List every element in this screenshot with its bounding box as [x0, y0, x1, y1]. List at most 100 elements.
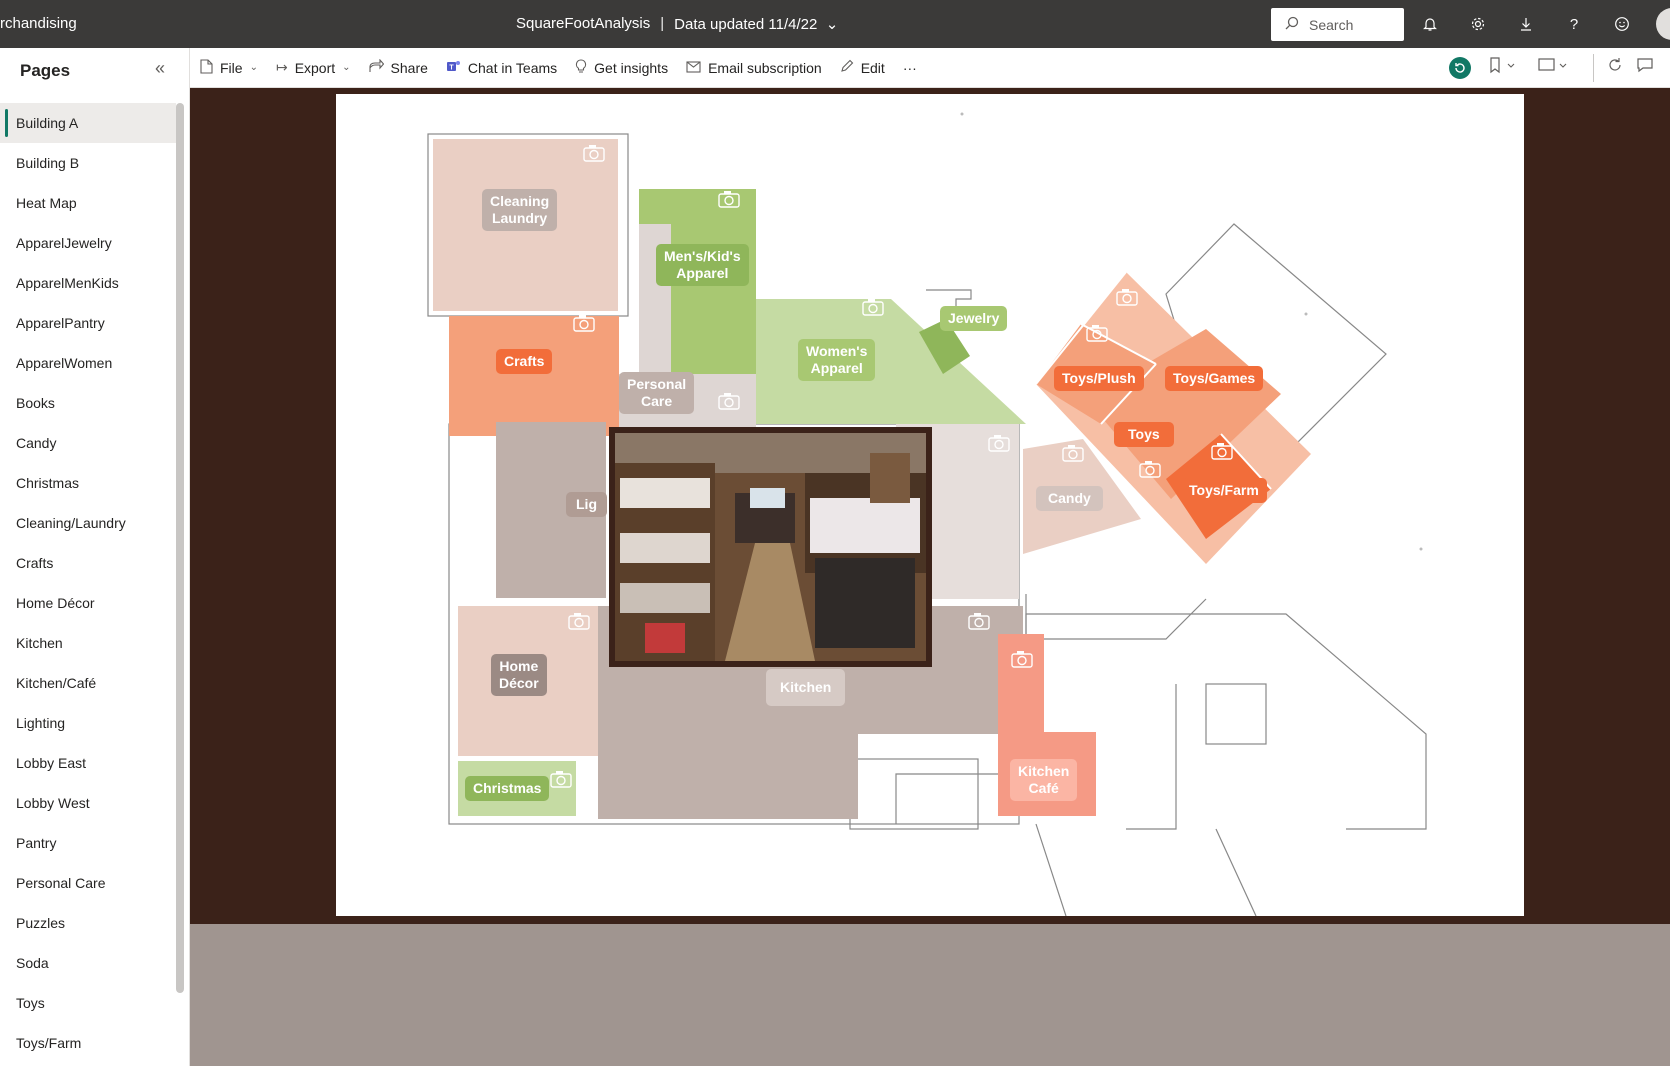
page-item[interactable]: Kitchen	[0, 623, 176, 663]
search-box[interactable]: Search	[1271, 8, 1404, 41]
zone-label-toys[interactable]: Toys	[1114, 422, 1174, 447]
store-interior-photo	[615, 433, 926, 661]
email-subscription-button[interactable]: Email subscription	[686, 60, 822, 76]
canvas-footer-area	[190, 924, 1670, 1066]
mail-icon	[686, 60, 701, 76]
page-item[interactable]: ApparelMenKids	[0, 263, 176, 303]
page-item[interactable]: Pantry	[0, 823, 176, 863]
svg-text:T: T	[449, 64, 454, 71]
file-menu-button[interactable]: File ⌄	[200, 58, 258, 77]
share-icon	[368, 58, 384, 76]
chevron-down-icon: ⌄	[825, 16, 839, 33]
reset-button[interactable]	[1448, 56, 1472, 80]
zone-label-toys-games[interactable]: Toys/Games	[1165, 366, 1264, 391]
zone-label-toys-plush[interactable]: Toys/Plush	[1054, 366, 1144, 391]
zone-label-crafts[interactable]: Crafts	[496, 349, 553, 374]
pages-pane: Pages « Building A Building B Heat Map A…	[0, 48, 190, 1066]
camera-icon[interactable]	[583, 144, 605, 162]
page-item[interactable]: Christmas	[0, 463, 176, 503]
page-item[interactable]: Lobby West	[0, 783, 176, 823]
title-separator: |	[660, 15, 665, 32]
zone-label-home-decor[interactable]: Home Décor	[491, 654, 547, 696]
page-item[interactable]: Puzzles	[0, 903, 176, 943]
zone-label-kitchen-cafe[interactable]: Kitchen Café	[1010, 759, 1078, 801]
pages-scrollbar[interactable]	[176, 103, 184, 993]
page-item[interactable]: ApparelPantry	[0, 303, 176, 343]
help-icon[interactable]: ?	[1562, 12, 1586, 36]
camera-icon[interactable]	[968, 612, 990, 630]
camera-icon[interactable]	[550, 770, 572, 788]
chevron-down-icon: ⌄	[342, 62, 351, 73]
lightbulb-icon	[575, 58, 587, 77]
camera-icon[interactable]	[718, 392, 740, 410]
camera-icon[interactable]	[1062, 444, 1084, 462]
zone-label-kitchen[interactable]: Kitchen	[766, 669, 846, 706]
collapse-pane-icon[interactable]: «	[155, 58, 165, 79]
zone-label-lighting[interactable]: Lig	[566, 492, 607, 517]
page-item[interactable]: Personal Care	[0, 863, 176, 903]
export-arrow-icon: ↦	[275, 59, 288, 75]
view-layout-button[interactable]	[1538, 56, 1570, 74]
zone-label-christmas[interactable]: Christmas	[465, 776, 550, 801]
report-title-area: SquareFootAnalysis | Data updated 11/4/2…	[516, 15, 838, 33]
zone-label-jewelry[interactable]: Jewelry	[940, 306, 1008, 331]
report-canvas-background: Cleaning Laundry Men's/Kid's Apparel Cra…	[190, 88, 1670, 924]
zone-label-mens-kids-apparel[interactable]: Men's/Kid's Apparel	[656, 244, 749, 286]
camera-icon[interactable]	[718, 190, 740, 208]
page-item[interactable]: Building A	[0, 103, 176, 143]
page-item[interactable]: Soda	[0, 943, 176, 983]
camera-icon[interactable]	[1116, 288, 1138, 306]
page-item[interactable]: Lighting	[0, 703, 176, 743]
more-options-button[interactable]: ···	[903, 60, 917, 76]
pages-title: Pages	[20, 61, 71, 80]
search-icon	[1285, 16, 1299, 33]
camera-icon[interactable]	[573, 314, 595, 332]
camera-icon[interactable]	[568, 612, 590, 630]
top-bar: rchandising SquareFootAnalysis | Data up…	[0, 0, 1670, 48]
camera-icon[interactable]	[862, 298, 884, 316]
report-name[interactable]: SquareFootAnalysis	[516, 15, 650, 33]
zone-label-womens-apparel[interactable]: Women's Apparel	[798, 339, 876, 381]
feedback-smiley-icon[interactable]	[1610, 12, 1634, 36]
pencil-icon	[840, 59, 854, 76]
get-insights-button[interactable]: Get insights	[575, 58, 668, 77]
page-item[interactable]: Lobby East	[0, 743, 176, 783]
camera-icon[interactable]	[988, 434, 1010, 452]
zone-label-personal-care[interactable]: Personal Care	[619, 372, 695, 414]
camera-icon[interactable]	[1086, 324, 1108, 342]
camera-icon[interactable]	[1011, 650, 1033, 668]
teams-icon: T	[446, 59, 461, 77]
camera-icon[interactable]	[1211, 442, 1233, 460]
page-item[interactable]: Books	[0, 383, 176, 423]
chat-in-teams-button[interactable]: T Chat in Teams	[446, 59, 557, 77]
page-item[interactable]: ApparelWomen	[0, 343, 176, 383]
page-item[interactable]: Kitchen/Café	[0, 663, 176, 703]
page-item[interactable]: Cleaning/Laundry	[0, 503, 176, 543]
avatar[interactable]	[1656, 8, 1670, 40]
page-item[interactable]: Toys/Farm	[0, 1023, 176, 1063]
page-item[interactable]: Crafts	[0, 543, 176, 583]
zone-label-toys-farm[interactable]: Toys/Farm	[1181, 478, 1267, 503]
camera-icon[interactable]	[1139, 460, 1161, 478]
data-updated-dropdown[interactable]: Data updated 11/4/22 ⌄	[674, 15, 838, 33]
settings-gear-icon[interactable]	[1466, 12, 1490, 36]
comment-icon[interactable]	[1636, 56, 1654, 74]
report-toolbar: File ⌄ ↦ Export ⌄ Share T Chat in Teams Ge…	[190, 48, 1670, 88]
page-item[interactable]: Candy	[0, 423, 176, 463]
store-photo-tooltip	[609, 427, 932, 667]
notifications-icon[interactable]	[1418, 12, 1442, 36]
share-button[interactable]: Share	[368, 58, 428, 76]
edit-button[interactable]: Edit	[840, 59, 885, 76]
page-item[interactable]: ApparelJewelry	[0, 223, 176, 263]
page-item[interactable]: Building B	[0, 143, 176, 183]
download-icon[interactable]	[1514, 12, 1538, 36]
page-item[interactable]: Toys	[0, 983, 176, 1023]
zone-label-candy[interactable]: Candy	[1036, 486, 1103, 511]
page-item[interactable]: Home Décor	[0, 583, 176, 623]
zone-label-cleaning-laundry[interactable]: Cleaning Laundry	[482, 189, 558, 231]
refresh-icon[interactable]	[1606, 56, 1624, 74]
page-item[interactable]: Heat Map	[0, 183, 176, 223]
app-name[interactable]: rchandising	[0, 15, 77, 32]
bookmark-button[interactable]	[1488, 56, 1518, 74]
export-menu-button[interactable]: ↦ Export ⌄	[276, 59, 351, 76]
